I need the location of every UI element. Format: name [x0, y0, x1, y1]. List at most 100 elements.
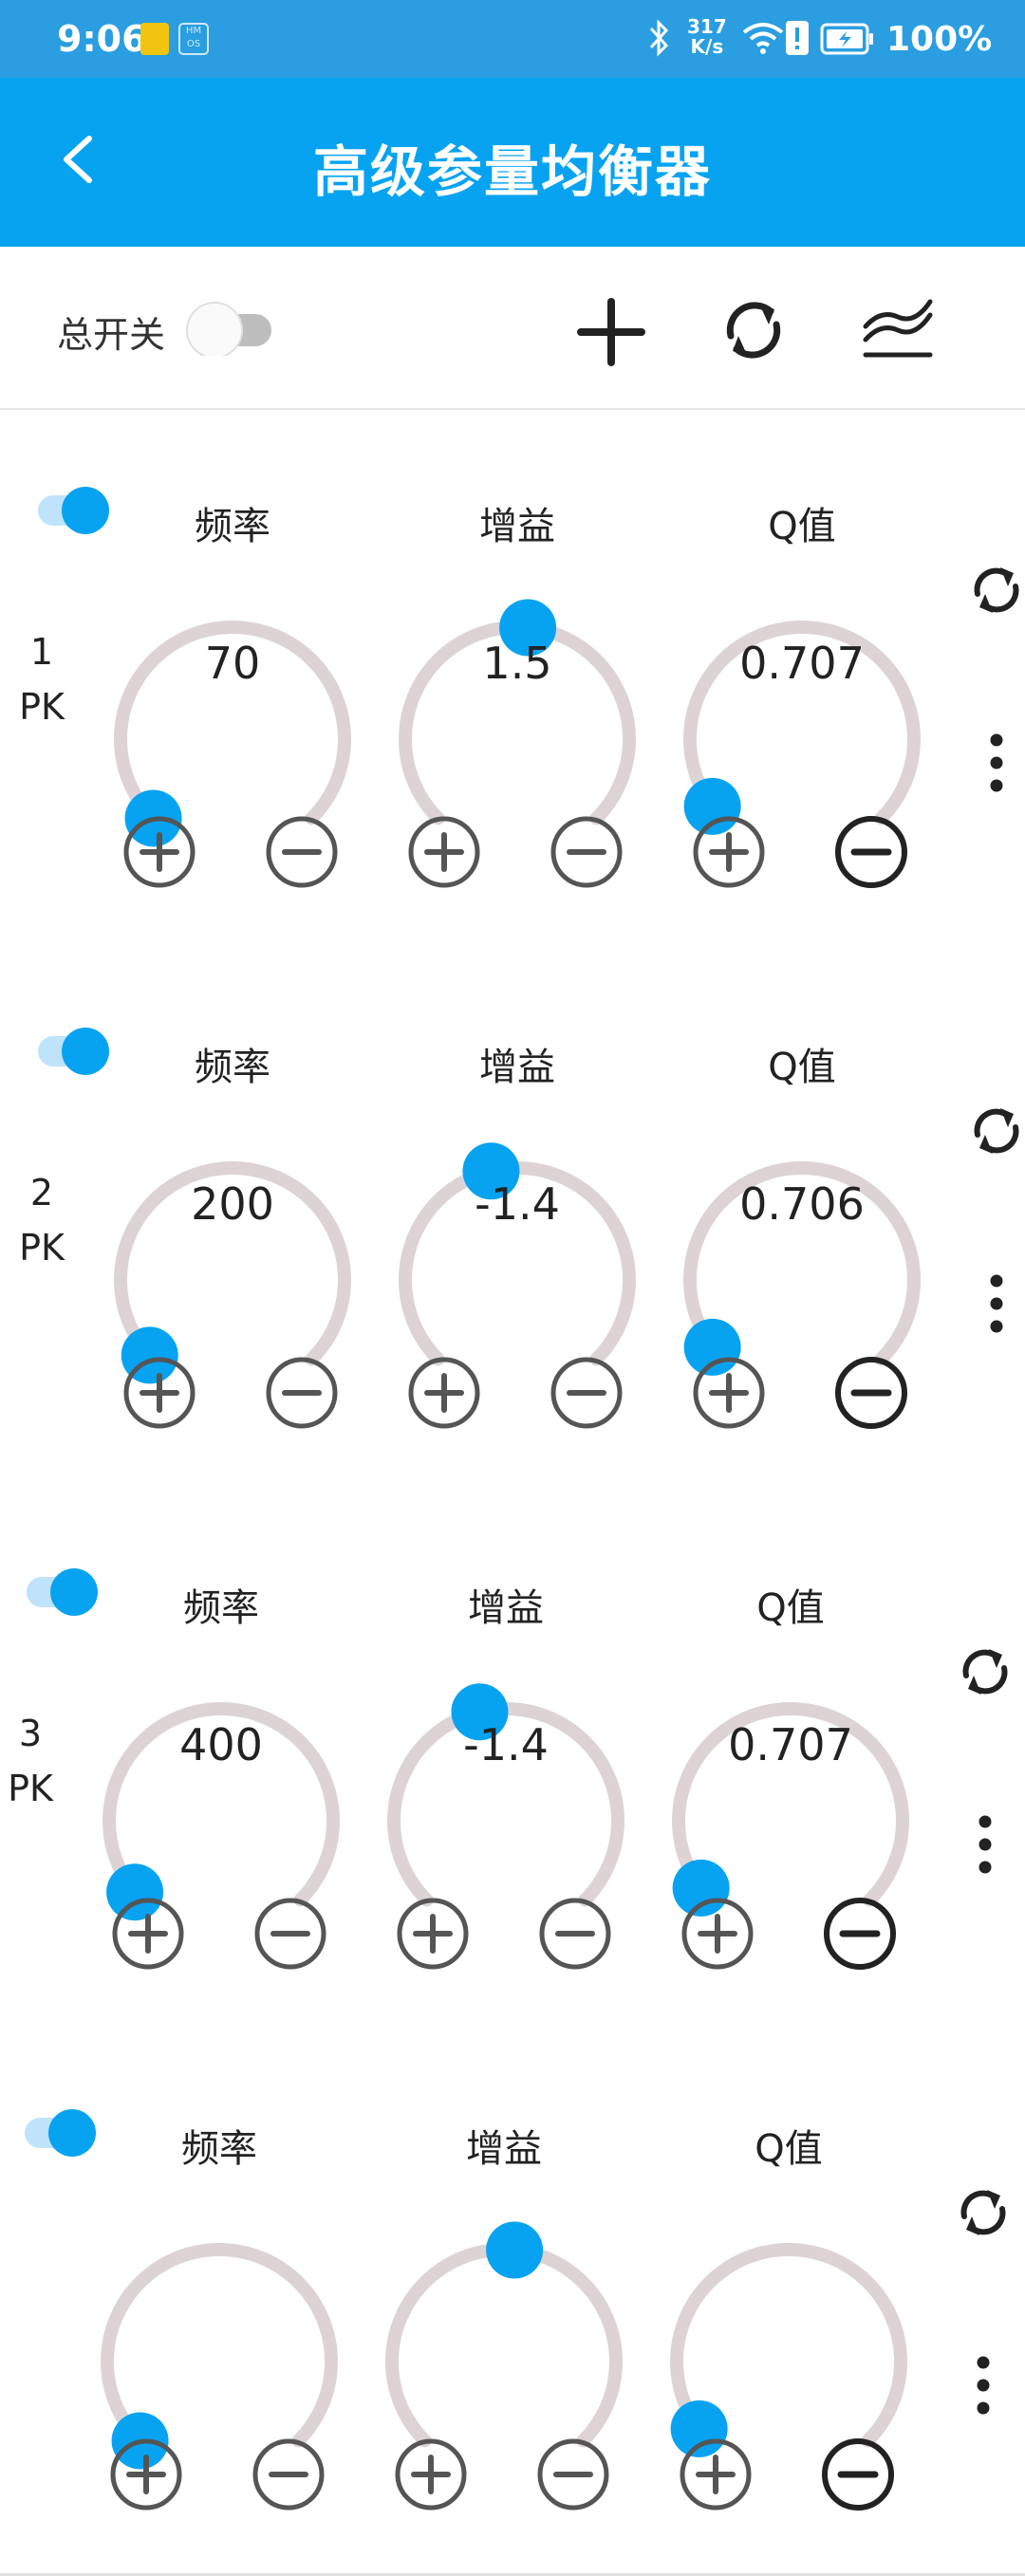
status-bar: 9:06 HM OS 317 K/s 100% [0, 0, 1025, 78]
minus-circle-icon [266, 1357, 338, 1429]
band-more-button[interactable] [983, 1273, 1010, 1338]
minus-circle-icon [822, 2438, 894, 2511]
knob-value: 1.5 [482, 638, 552, 689]
battery-percent: 100% [886, 20, 993, 59]
minus-circle-icon [824, 1898, 896, 1970]
band-more-button[interactable] [983, 732, 1010, 797]
minus-circle-icon [252, 2438, 325, 2511]
q-decrease-button[interactable] [833, 814, 909, 890]
q-increase-button[interactable] [691, 814, 767, 890]
master-switch[interactable] [186, 299, 277, 359]
band-index: 2 [29, 1172, 54, 1214]
gain-increase-button[interactable] [406, 1355, 482, 1431]
minus-circle-icon [550, 816, 623, 888]
knob-track [101, 2243, 338, 2448]
plus-circle-icon [123, 816, 196, 888]
freq-increase-button[interactable] [108, 2437, 184, 2512]
band-more-button[interactable] [972, 1814, 998, 1879]
q-increase-button[interactable] [680, 1896, 755, 1972]
knob-track [385, 2243, 623, 2448]
eq-band: 2 PK 频率 200 增益 -1.4 Q值 0.706 [0, 951, 1025, 1494]
band-type: PK [8, 1768, 53, 1809]
freq-increase-button[interactable] [110, 1896, 186, 1972]
knob-value: 0.706 [739, 1178, 865, 1230]
minus-circle-icon [835, 816, 907, 888]
gain-decrease-button[interactable] [549, 1355, 624, 1431]
gain-decrease-button[interactable] [535, 2437, 611, 2512]
plus-circle-icon [112, 1898, 184, 1970]
plus-circle-icon [408, 1357, 480, 1429]
knob-value: -1.4 [475, 1178, 560, 1230]
gain-decrease-button[interactable] [537, 1896, 613, 1972]
band-enable-toggle[interactable] [34, 1023, 114, 1084]
plus-circle-icon [693, 1357, 765, 1429]
band-label [0, 2247, 66, 2302]
plus-icon [577, 298, 645, 366]
band-reset-button[interactable] [966, 560, 1025, 624]
q-decrease-button[interactable] [822, 1896, 898, 1972]
toolbar: 总开关 [0, 247, 1025, 411]
knob-handle[interactable] [486, 2221, 544, 2279]
app-badge-icon [140, 23, 169, 55]
refresh-icon [960, 2190, 1006, 2235]
more-vert-icon [990, 1274, 1003, 1333]
minus-circle-icon [550, 1357, 623, 1429]
eq-band: 3 PK 频率 400 增益 -1.4 Q值 0.707 [0, 1492, 1025, 2035]
plus-circle-icon [680, 2438, 752, 2511]
plus-circle-icon [408, 816, 480, 888]
band-type: PK [19, 686, 65, 728]
plus-circle-icon [397, 1898, 469, 1970]
knob-value: 0.707 [728, 1719, 853, 1770]
eq-curve-button[interactable] [860, 296, 936, 362]
reset-all-button[interactable] [714, 290, 793, 370]
band-enable-toggle[interactable] [23, 1564, 102, 1624]
band-label: 1 PK [4, 624, 80, 734]
band-reset-button[interactable] [953, 2182, 1014, 2247]
q-increase-button[interactable] [691, 1355, 767, 1431]
plus-circle-icon [681, 1898, 754, 1970]
gain-increase-button[interactable] [395, 1896, 471, 1972]
gain-increase-button[interactable] [406, 814, 482, 890]
band-more-button[interactable] [970, 2355, 997, 2419]
freq-increase-button[interactable] [121, 814, 197, 890]
freq-increase-button[interactable] [121, 1355, 197, 1431]
q-decrease-button[interactable] [833, 1355, 909, 1431]
master-switch-label: 总开关 [57, 314, 166, 356]
more-vert-icon [978, 1815, 992, 1874]
freq-decrease-button[interactable] [252, 1896, 328, 1972]
add-band-button[interactable] [573, 294, 649, 370]
minus-circle-icon [539, 1898, 611, 1970]
band-reset-button[interactable] [966, 1101, 1025, 1165]
band-enable-toggle[interactable] [34, 482, 114, 543]
refresh-icon [962, 1649, 1008, 1695]
freq-decrease-button[interactable] [264, 1355, 340, 1431]
band-reset-button[interactable] [955, 1641, 1016, 1706]
app-bar: 高级参量均衡器 [0, 78, 1025, 247]
freq-decrease-button[interactable] [264, 814, 340, 890]
knob-value: 200 [191, 1178, 274, 1230]
knob-value: -1.4 [463, 1719, 549, 1770]
band-label: 2 PK [4, 1165, 80, 1275]
gain-decrease-button[interactable] [549, 814, 624, 890]
plus-circle-icon [693, 816, 765, 888]
band-type: PK [19, 1227, 65, 1269]
minus-circle-icon [266, 816, 338, 888]
page-title: 高级参量均衡器 [312, 139, 712, 204]
gain-increase-button[interactable] [393, 2437, 469, 2512]
status-time: 9:06 [57, 18, 147, 60]
q-increase-button[interactable] [678, 2437, 754, 2512]
minus-circle-icon [254, 1898, 326, 1970]
q-decrease-button[interactable] [820, 2437, 896, 2512]
hmos-icon: HM OS [178, 23, 209, 55]
minus-circle-icon [835, 1357, 907, 1429]
band-index: 3 [18, 1713, 43, 1754]
refresh-icon [974, 567, 1019, 613]
net-speed: 317 K/s [687, 17, 727, 57]
refresh-icon [974, 1108, 1019, 1154]
freq-decrease-button[interactable] [251, 2437, 326, 2512]
knob-value: 400 [179, 1719, 263, 1770]
band-enable-toggle[interactable] [21, 2104, 101, 2165]
eq-band: 频率 增益 Q值 [0, 2032, 1025, 2576]
eq-band: 1 PK 频率 70 增益 1.5 Q值 0.707 [0, 410, 1025, 954]
battery-icon [820, 23, 875, 59]
